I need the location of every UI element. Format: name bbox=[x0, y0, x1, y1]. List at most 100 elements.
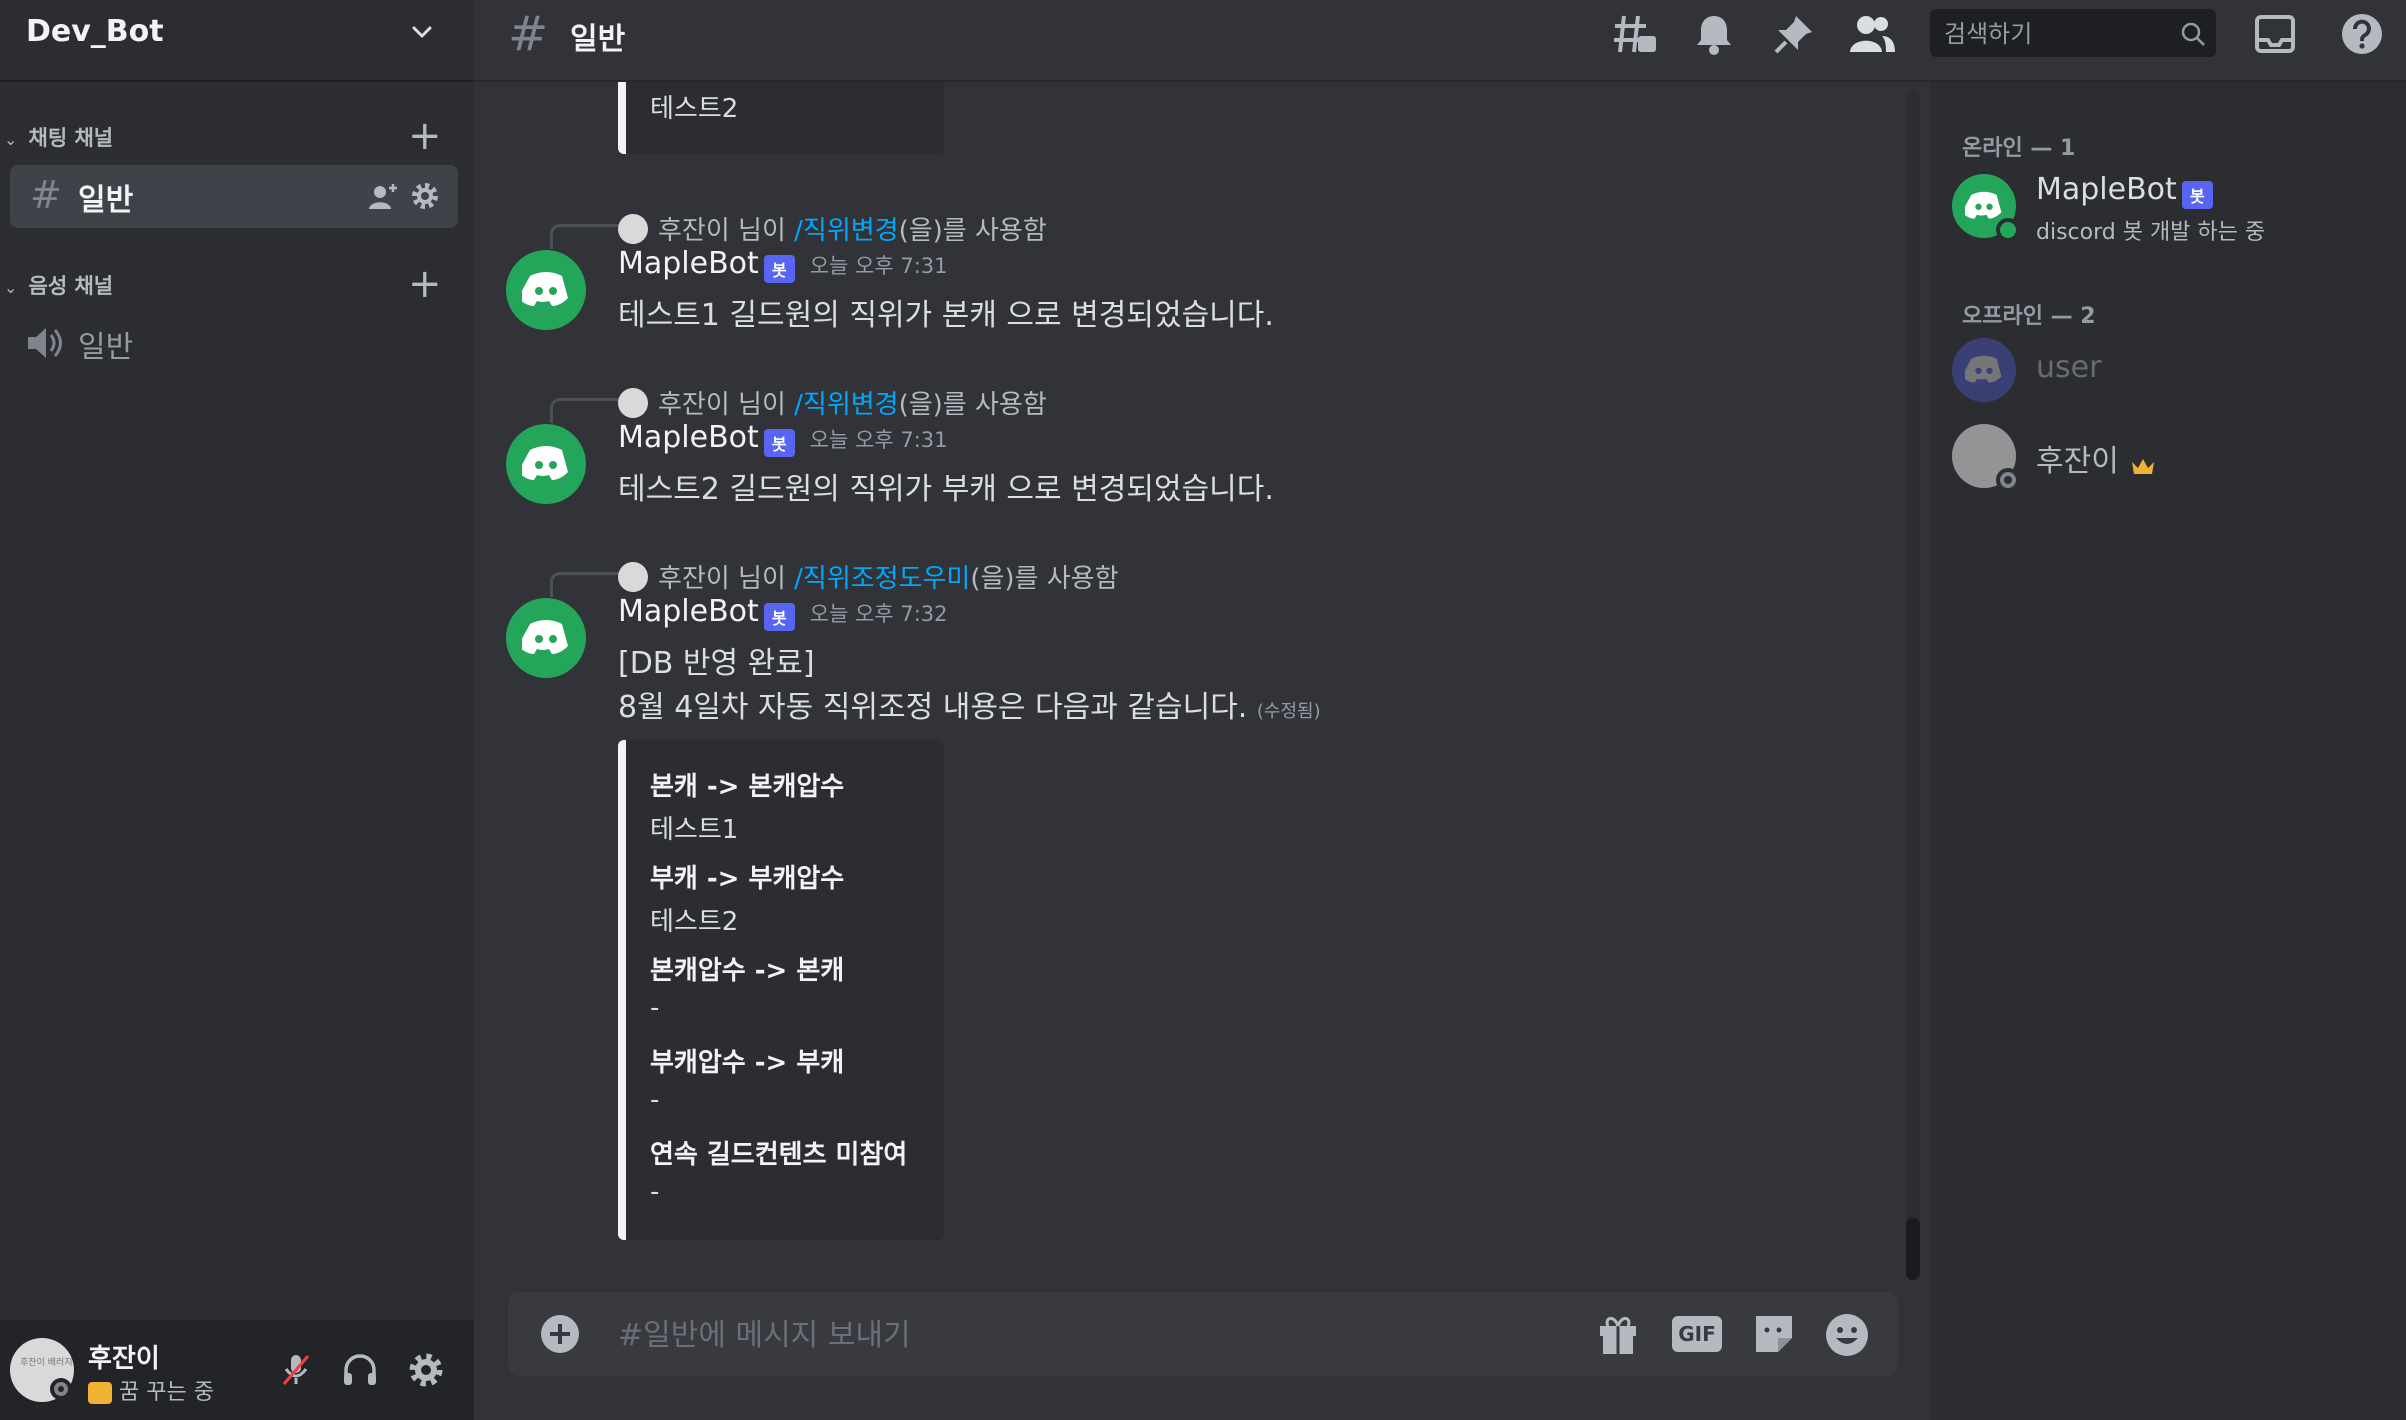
message-header: MapleBot 봇 오늘 오후 7:31 bbox=[618, 246, 948, 283]
command-suffix: (을)를 사용함 bbox=[898, 216, 1047, 246]
search-input[interactable] bbox=[1942, 15, 2166, 53]
embed-field-name: 부캐압수 -> 부캐 bbox=[650, 1048, 845, 1078]
discord-logo-icon bbox=[1965, 355, 2002, 383]
command-link[interactable]: /직위조정도우미 bbox=[794, 564, 970, 594]
headphones-icon[interactable] bbox=[340, 1350, 380, 1390]
embed-field: 본캐압수 -> 본캐 - bbox=[650, 950, 844, 1023]
offline-status-indicator bbox=[1996, 468, 2020, 492]
voice-category-header[interactable]: ⌄ 음성 채널 bbox=[4, 270, 113, 300]
search-box[interactable] bbox=[1930, 9, 2216, 57]
chevron-down-icon: ⌄ bbox=[4, 130, 18, 149]
member-name: MapleBot bbox=[2036, 172, 2177, 207]
speaker-icon bbox=[28, 328, 62, 358]
author-name[interactable]: MapleBot bbox=[618, 594, 759, 629]
emoji-icon[interactable] bbox=[1824, 1312, 1870, 1358]
gif-button[interactable]: GIF bbox=[1672, 1316, 1722, 1352]
author-name[interactable]: MapleBot bbox=[618, 420, 759, 455]
command-link[interactable]: /직위변경 bbox=[794, 216, 898, 246]
embed-field-value: 테스트2 bbox=[650, 94, 739, 124]
bot-avatar[interactable] bbox=[506, 424, 586, 504]
member-name-row: 후잔이 bbox=[2036, 436, 2156, 480]
avatar bbox=[1952, 338, 2016, 402]
embed-field-value: 테스트2 bbox=[650, 907, 739, 937]
message-content-line: 8월 4일차 자동 직위조정 내용은 다음과 같습니다. (수정됨) bbox=[618, 682, 1321, 726]
member-name: user bbox=[2036, 350, 2102, 385]
avatar[interactable] bbox=[618, 562, 648, 592]
member-item[interactable]: MapleBot 봇 discord 봇 개발 하는 중 bbox=[1944, 168, 2394, 245]
embed-field-name: 본캐 -> 본캐압수 bbox=[650, 772, 845, 802]
voice-category-label: 음성 채널 bbox=[28, 274, 114, 298]
sidebar-item-general[interactable]: # 일반 bbox=[10, 165, 458, 228]
message-header: MapleBot 봇 오늘 오후 7:32 bbox=[618, 594, 948, 631]
command-link[interactable]: /직위변경 bbox=[794, 390, 898, 420]
member-item[interactable]: 후잔이 bbox=[1944, 418, 2394, 494]
timestamp: 오늘 오후 7:32 bbox=[809, 602, 948, 626]
embed-field-name: 연속 길드컨텐츠 미참여 bbox=[650, 1140, 908, 1170]
hash-icon: # bbox=[508, 6, 549, 62]
rocket-icon bbox=[88, 1382, 112, 1404]
member-activity: discord 봇 개발 하는 중 bbox=[2036, 220, 2266, 245]
add-attachment-icon[interactable] bbox=[540, 1314, 580, 1354]
bot-avatar[interactable] bbox=[506, 250, 586, 330]
microphone-muted-icon[interactable] bbox=[276, 1350, 316, 1390]
scrollbar-thumb[interactable] bbox=[1906, 1218, 1920, 1280]
discord-logo-icon bbox=[522, 620, 568, 654]
text-category-label: 채팅 채널 bbox=[28, 126, 114, 150]
embed-field: 부캐 -> 부캐압수 테스트2 bbox=[650, 858, 844, 938]
avatar[interactable] bbox=[618, 214, 648, 244]
embed-field: 본캐 -> 본캐압수 테스트1 bbox=[650, 766, 844, 846]
message-list: 테스트2 후잔이 님이 /직위변경(을)를 사용함 MapleBot 봇 오늘 … bbox=[474, 82, 1930, 1282]
custom-status: 꿈 꾸는 중 bbox=[88, 1374, 214, 1406]
channel-sidebar: Dev_Bot ⌄ 채팅 채널 + # 일반 ⌄ 음성 채널 + 일반 후잔이 … bbox=[0, 0, 474, 1420]
edited-marker: (수정됨) bbox=[1256, 701, 1321, 722]
bot-badge: 봇 bbox=[763, 254, 795, 283]
hash-icon: # bbox=[30, 173, 62, 217]
gear-icon[interactable] bbox=[410, 181, 440, 211]
threads-icon[interactable] bbox=[1612, 12, 1658, 58]
bot-badge: 봇 bbox=[2181, 180, 2213, 209]
user-panel: 후잔이 배러지 후잔이 꿈 꾸는 중 bbox=[0, 1320, 474, 1420]
pin-icon[interactable] bbox=[1772, 12, 1816, 56]
author-name[interactable]: MapleBot bbox=[618, 246, 759, 281]
help-icon[interactable] bbox=[2340, 12, 2384, 56]
message-content-line: [DB 반영 완료] bbox=[618, 646, 815, 681]
sticker-icon[interactable] bbox=[1752, 1312, 1796, 1356]
command-user: 후잔이 님이 bbox=[658, 390, 786, 420]
command-used-line: 후잔이 님이 /직위변경(을)를 사용함 bbox=[658, 210, 1047, 247]
gif-label: GIF bbox=[1678, 1322, 1716, 1346]
bot-badge: 봇 bbox=[763, 602, 795, 631]
bot-avatar[interactable] bbox=[506, 598, 586, 678]
invite-member-icon[interactable] bbox=[368, 181, 400, 213]
gift-icon[interactable] bbox=[1596, 1312, 1640, 1356]
username: 후잔이 bbox=[88, 1344, 160, 1374]
avatar-label: 후잔이 배러지 bbox=[20, 1358, 73, 1368]
text-category-header[interactable]: ⌄ 채팅 채널 bbox=[4, 122, 113, 152]
embed-field: 부캐압수 -> 부캐 - bbox=[650, 1042, 844, 1115]
bell-icon[interactable] bbox=[1694, 12, 1734, 56]
member-list-icon[interactable] bbox=[1848, 12, 1896, 56]
add-text-channel-button[interactable]: + bbox=[408, 116, 442, 156]
member-name-row: MapleBot 봇 bbox=[2036, 172, 2213, 209]
reply-connector bbox=[550, 572, 619, 597]
message-input[interactable] bbox=[616, 1308, 1520, 1362]
add-voice-channel-button[interactable]: + bbox=[408, 264, 442, 304]
avatar[interactable] bbox=[618, 388, 648, 418]
member-item[interactable]: user bbox=[1944, 332, 2394, 408]
discord-logo-icon bbox=[522, 446, 568, 480]
command-suffix: (을)를 사용함 bbox=[898, 390, 1047, 420]
server-header[interactable]: Dev_Bot bbox=[0, 0, 474, 82]
server-name: Dev_Bot bbox=[26, 14, 164, 49]
sidebar-item-label: 일반 bbox=[78, 183, 134, 218]
command-suffix: (을)를 사용함 bbox=[970, 564, 1119, 594]
scrollbar-track[interactable] bbox=[1906, 90, 1920, 1280]
status-indicator bbox=[50, 1378, 72, 1400]
embed-field-value: - bbox=[650, 1085, 660, 1115]
user-settings-gear-icon[interactable] bbox=[406, 1350, 446, 1390]
message-header: MapleBot 봇 오늘 오후 7:31 bbox=[618, 420, 948, 457]
command-used-line: 후잔이 님이 /직위변경(을)를 사용함 bbox=[658, 384, 1047, 421]
embed-field-value: - bbox=[650, 1177, 660, 1207]
inbox-icon[interactable] bbox=[2254, 14, 2296, 54]
command-user: 후잔이 님이 bbox=[658, 216, 786, 246]
reply-connector bbox=[550, 398, 619, 423]
embed-field-value: - bbox=[650, 993, 660, 1023]
